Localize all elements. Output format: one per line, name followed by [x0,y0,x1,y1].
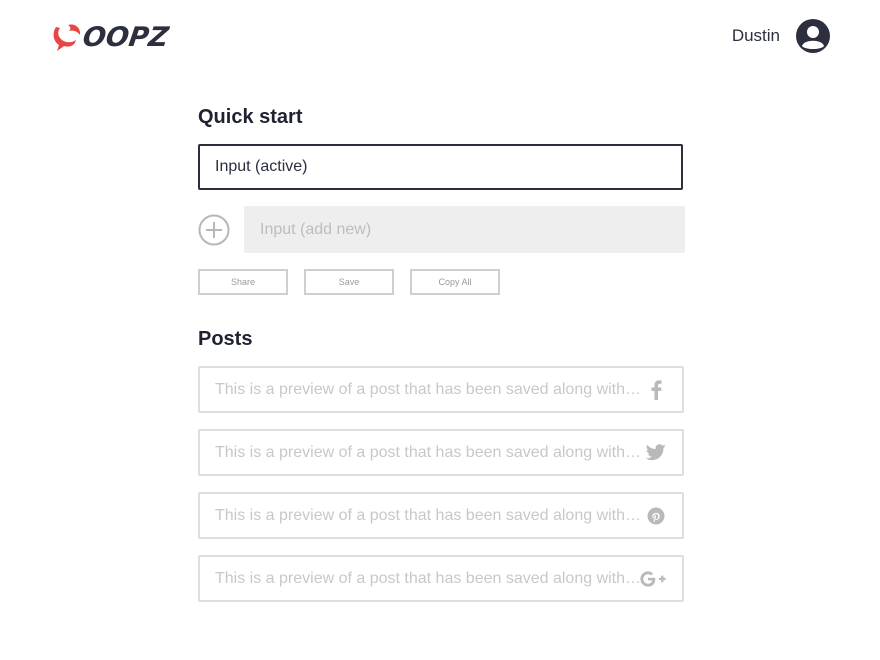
main-content: Quick start Share Save Copy All Posts Th… [198,106,685,602]
brand-name: OOPZ [80,21,171,53]
pinterest-icon [646,506,666,526]
posts-title: Posts [198,328,253,350]
post-preview-text: This is a preview of a post that has bee… [215,380,642,398]
post-preview-text: This is a preview of a post that has bee… [215,443,642,461]
post-item[interactable]: This is a preview of a post that has bee… [198,366,684,413]
brand-logo[interactable]: OOPZ [50,18,171,56]
google-plus-icon [640,569,666,589]
add-new-input[interactable] [244,206,685,253]
quick-start-title: Quick start [198,106,303,128]
add-new-row [198,206,685,253]
posts-list: This is a preview of a post that has bee… [198,366,685,602]
twitter-icon [646,443,666,463]
post-item[interactable]: This is a preview of a post that has bee… [198,429,684,476]
add-circle-icon[interactable] [198,214,230,246]
quick-start-actions: Share Save Copy All [198,269,685,295]
facebook-icon [646,379,666,400]
post-item[interactable]: This is a preview of a post that has bee… [198,492,684,539]
user-avatar-icon[interactable] [796,19,830,53]
post-preview-text: This is a preview of a post that has bee… [215,506,642,524]
post-preview-text: This is a preview of a post that has bee… [215,569,640,587]
post-item[interactable]: This is a preview of a post that has bee… [198,555,684,602]
copy-all-button[interactable]: Copy All [410,269,500,295]
quick-start-input[interactable] [198,144,683,190]
save-button[interactable]: Save [304,269,394,295]
share-button[interactable]: Share [198,269,288,295]
user-name: Dustin [731,26,780,45]
user-menu[interactable]: Dustin [732,19,830,53]
